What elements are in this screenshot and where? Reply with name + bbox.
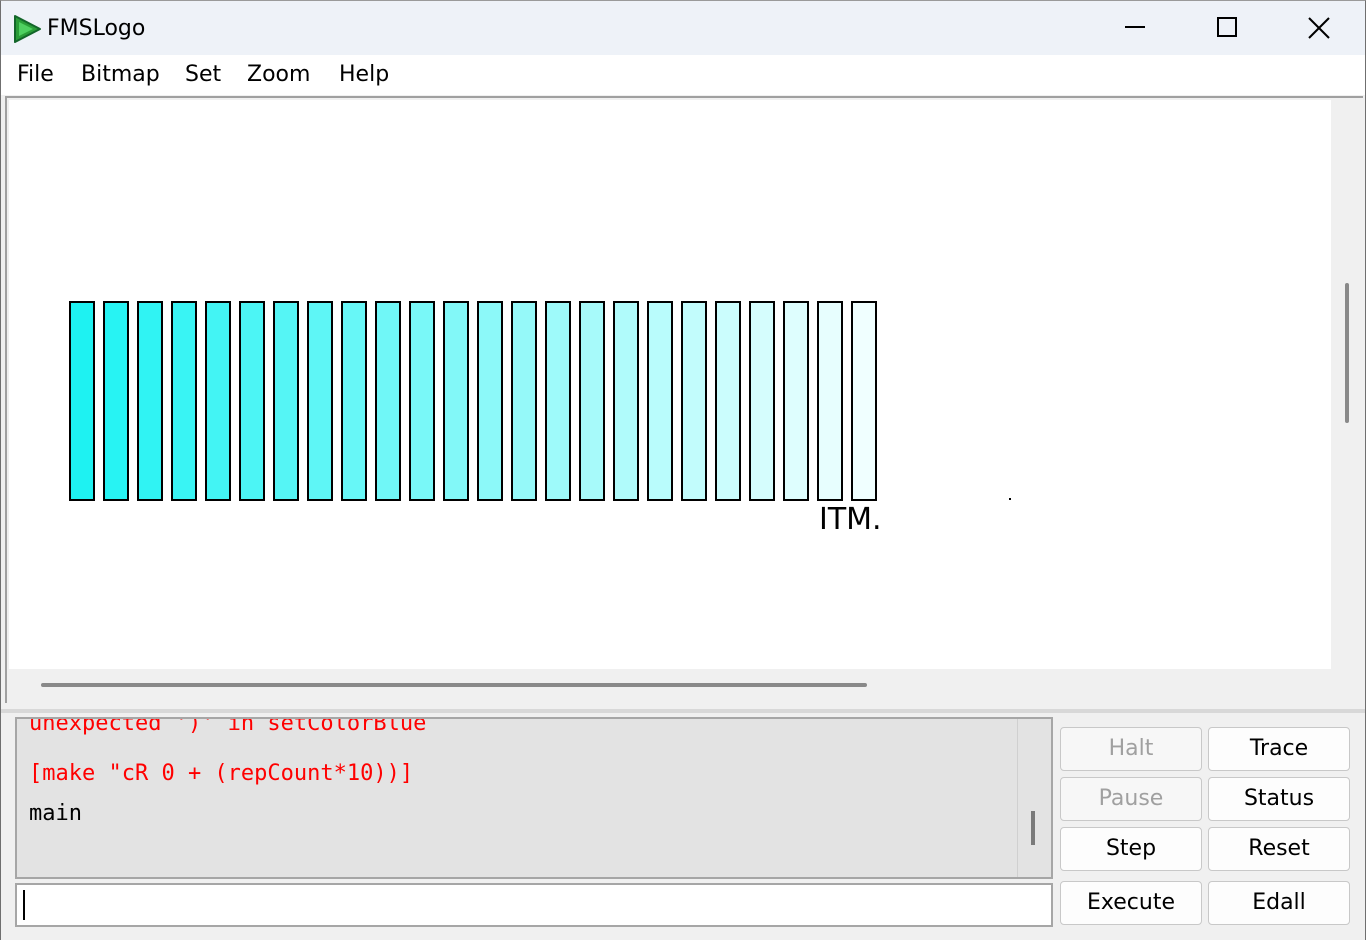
- maximize-icon: [1217, 17, 1237, 37]
- close-button[interactable]: [1273, 1, 1365, 55]
- menu-bar: File Bitmap Set Zoom Help: [1, 55, 1365, 95]
- output-scrollbar-thumb[interactable]: [1031, 811, 1035, 845]
- reset-button[interactable]: Reset: [1208, 827, 1350, 871]
- command-input[interactable]: [15, 883, 1053, 927]
- maximize-button[interactable]: [1181, 1, 1273, 55]
- fmslogo-window: FMSLogo File Bitmap Set Zoom Help ITM. u…: [0, 0, 1366, 940]
- output-scrollbar-track[interactable]: [1017, 719, 1051, 877]
- output-line-command: main: [29, 801, 82, 826]
- drawn-bar: [851, 301, 877, 501]
- drawn-bar: [817, 301, 843, 501]
- drawn-bar: [749, 301, 775, 501]
- close-icon: [1308, 17, 1330, 39]
- edall-button[interactable]: Edall: [1208, 881, 1350, 925]
- title-bar[interactable]: FMSLogo: [1, 1, 1365, 55]
- menu-zoom[interactable]: Zoom: [247, 61, 310, 89]
- drawn-bar: [613, 301, 639, 501]
- drawn-bar: [681, 301, 707, 501]
- minimize-icon: [1125, 26, 1145, 28]
- canvas-vertical-scrollbar[interactable]: [1345, 283, 1349, 423]
- menu-file[interactable]: File: [17, 61, 54, 89]
- execute-button[interactable]: Execute: [1060, 881, 1202, 925]
- drawn-bar: [171, 301, 197, 501]
- halt-button[interactable]: Halt: [1060, 727, 1202, 771]
- canvas-horizontal-scrollbar[interactable]: [41, 683, 867, 687]
- drawn-bar: [307, 301, 333, 501]
- drawn-bar: [341, 301, 367, 501]
- trace-button[interactable]: Trace: [1208, 727, 1350, 771]
- text-caret: [23, 890, 25, 920]
- drawn-bar: [511, 301, 537, 501]
- menu-bitmap[interactable]: Bitmap: [81, 61, 160, 89]
- drawn-bar: [69, 301, 95, 501]
- drawn-bar: [477, 301, 503, 501]
- turtle-dot: [1009, 498, 1011, 500]
- minimize-button[interactable]: [1089, 1, 1181, 55]
- status-button[interactable]: Status: [1208, 777, 1350, 821]
- drawn-bar: [647, 301, 673, 501]
- drawn-bar: [409, 301, 435, 501]
- drawing-canvas-frame: ITM.: [5, 96, 1363, 703]
- turtle-drawing: [69, 301, 877, 501]
- fmslogo-play-icon: [14, 15, 41, 43]
- drawn-bar: [715, 301, 741, 501]
- drawn-bar: [205, 301, 231, 501]
- commander-output[interactable]: unexpected ')' in setColorBlue [make "cR…: [15, 717, 1053, 879]
- step-button[interactable]: Step: [1060, 827, 1202, 871]
- drawn-bar: [783, 301, 809, 501]
- drawn-bar: [545, 301, 571, 501]
- commander-panel: unexpected ')' in setColorBlue [make "cR…: [1, 713, 1365, 940]
- output-line-code: [make "cR 0 + (repCount*10))]: [29, 761, 414, 786]
- drawn-bar: [375, 301, 401, 501]
- drawn-bar: [273, 301, 299, 501]
- drawn-bar: [103, 301, 129, 501]
- window-title: FMSLogo: [47, 16, 146, 41]
- drawn-bar: [579, 301, 605, 501]
- drawn-bar: [239, 301, 265, 501]
- pause-button[interactable]: Pause: [1060, 777, 1202, 821]
- drawn-bar: [137, 301, 163, 501]
- menu-set[interactable]: Set: [185, 61, 221, 89]
- menu-help[interactable]: Help: [339, 61, 389, 89]
- drawing-canvas[interactable]: ITM.: [9, 100, 1331, 669]
- output-line-error: unexpected ')' in setColorBlue: [29, 717, 427, 736]
- drawn-bar: [443, 301, 469, 501]
- canvas-text-label: ITM.: [819, 502, 882, 537]
